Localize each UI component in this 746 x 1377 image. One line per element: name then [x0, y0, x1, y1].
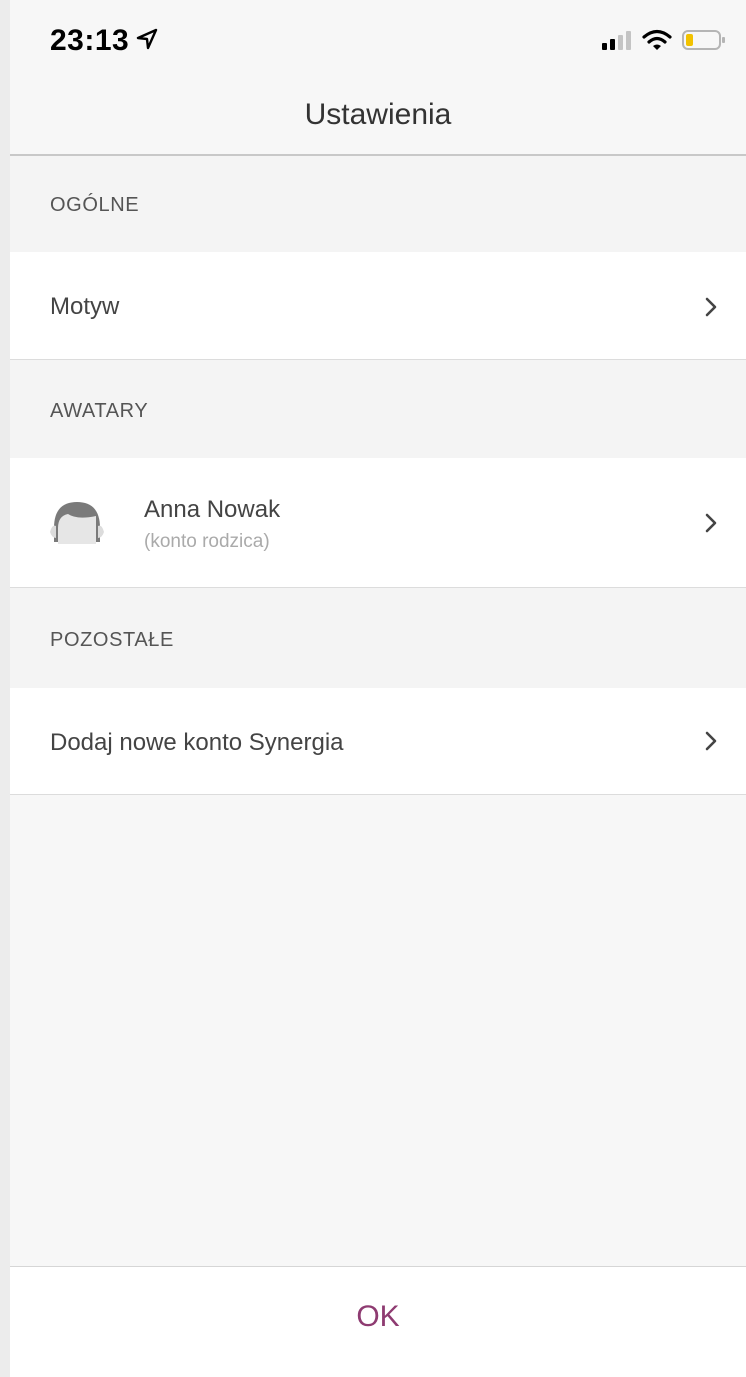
wifi-icon [642, 29, 672, 50]
status-icons [602, 26, 726, 54]
ok-button[interactable]: OK [10, 1300, 746, 1334]
navigation-header: Ustawienia [10, 80, 746, 156]
section-label-other: POZOSTAŁE [50, 629, 174, 651]
status-time: 23:13 [50, 24, 130, 57]
section-header-avatars: AWATARY [10, 360, 746, 458]
avatar-name: Anna Nowak [144, 496, 281, 523]
location-arrow-icon [136, 28, 158, 50]
bottom-bar: OK [10, 1266, 746, 1377]
avatar-subtitle: (konto rodzica) [144, 531, 270, 552]
settings-screen: 23:13 Ustawienia OGÓLNE Motyw AWATARY An… [0, 0, 746, 1377]
chevron-right-icon [705, 297, 717, 317]
settings-item-label: Dodaj nowe konto Synergia [50, 729, 344, 756]
settings-item-theme[interactable]: Motyw [10, 252, 746, 360]
status-bar: 23:13 [0, 0, 746, 80]
battery-low-icon [682, 30, 725, 50]
section-label-avatars: AWATARY [50, 400, 149, 422]
section-header-other: POZOSTAŁE [10, 588, 746, 688]
avatar-item-anna-nowak[interactable]: Anna Nowak (konto rodzica) [10, 458, 746, 588]
settings-item-add-synergia-account[interactable]: Dodaj nowe konto Synergia [10, 688, 746, 795]
settings-item-label: Motyw [50, 293, 120, 320]
left-edge-shadow [0, 0, 10, 1377]
section-header-general: OGÓLNE [10, 156, 746, 252]
avatar-icon [50, 502, 104, 544]
section-label-general: OGÓLNE [50, 194, 140, 216]
chevron-right-icon [705, 731, 717, 751]
chevron-right-icon [705, 513, 717, 533]
cellular-signal-icon [602, 31, 631, 50]
page-title: Ustawienia [304, 98, 452, 131]
